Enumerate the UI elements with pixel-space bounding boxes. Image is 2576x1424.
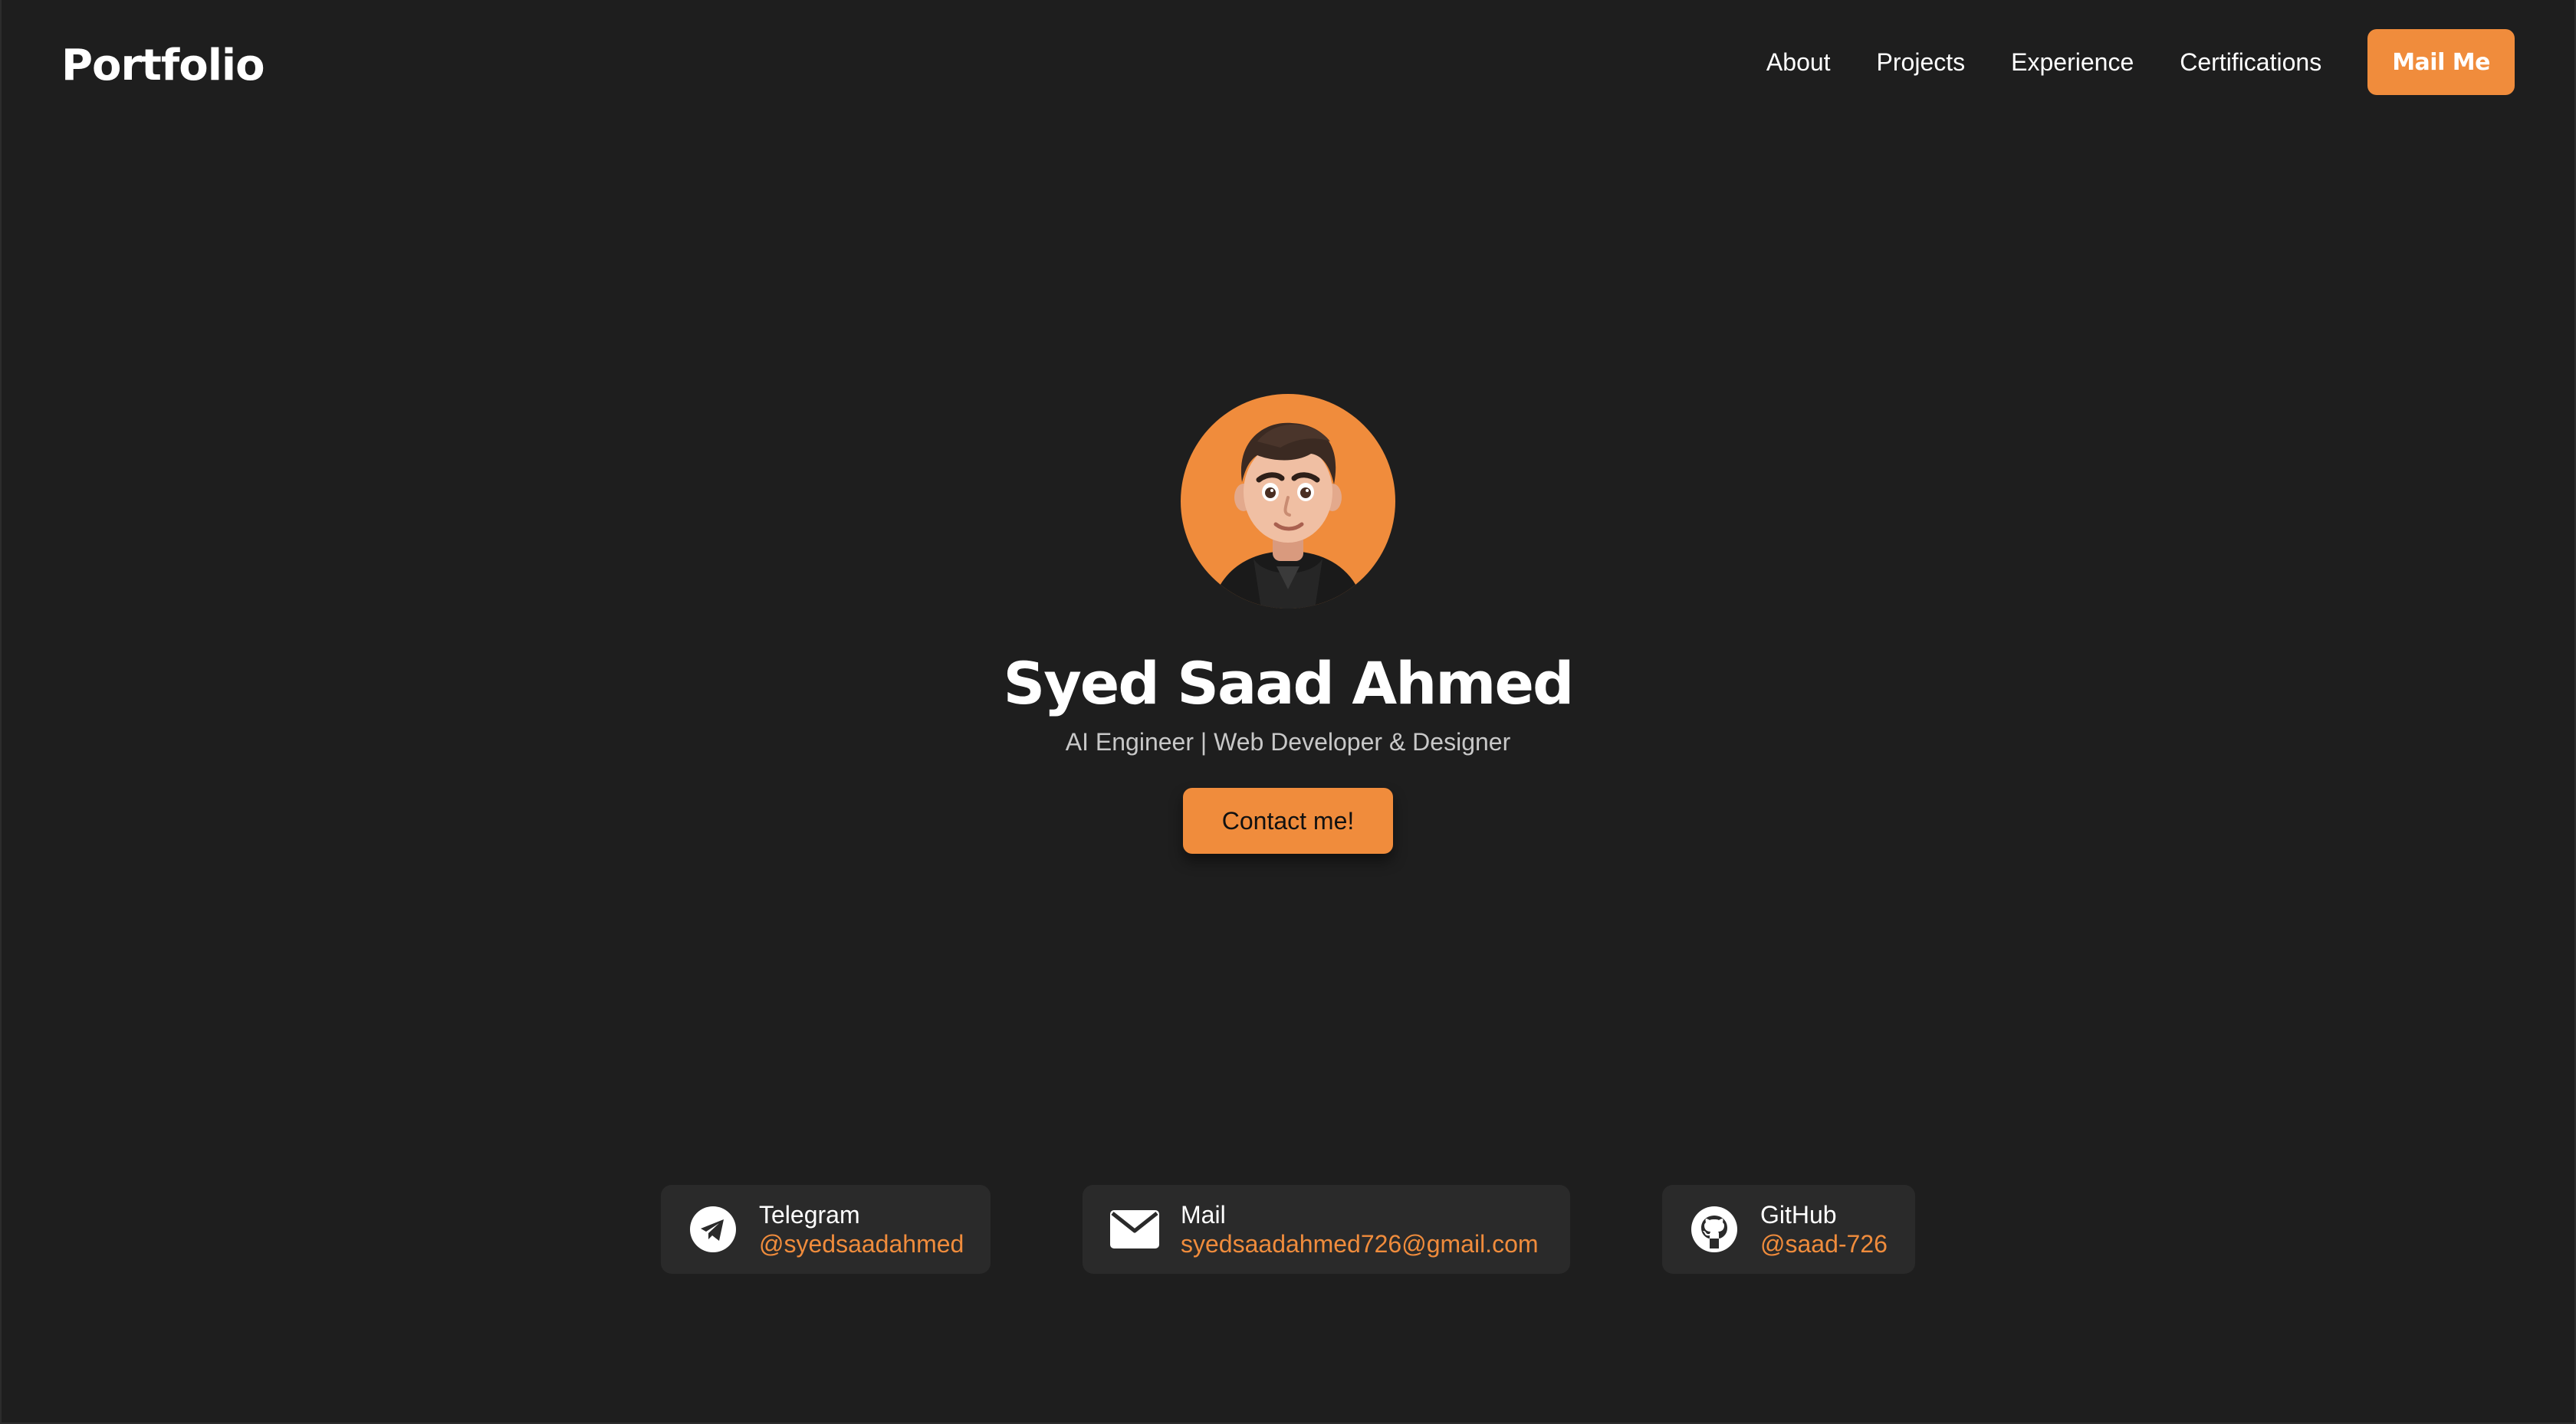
nav-projects[interactable]: Projects xyxy=(1877,48,1966,77)
nav-certifications[interactable]: Certifications xyxy=(2180,48,2321,77)
avatar xyxy=(1181,394,1395,609)
hero-name: Syed Saad Ahmed xyxy=(1003,649,1575,717)
telegram-title: Telegram xyxy=(759,1201,860,1229)
telegram-card[interactable]: Telegram @syedsaadahmed xyxy=(661,1185,991,1274)
telegram-icon xyxy=(688,1205,738,1254)
mail-address[interactable]: syedsaadahmed726@gmail.com xyxy=(1181,1229,1539,1258)
nav-about[interactable]: About xyxy=(1766,48,1831,77)
github-card[interactable]: GitHub @saad-726 xyxy=(1662,1185,1915,1274)
mail-card[interactable]: Mail syedsaadahmed726@gmail.com xyxy=(1083,1185,1570,1274)
mail-icon xyxy=(1110,1205,1159,1254)
contact-me-button[interactable]: Contact me! xyxy=(1183,788,1393,854)
github-handle[interactable]: @saad-726 xyxy=(1760,1229,1888,1258)
brand-logo[interactable]: Portfolio xyxy=(61,35,265,97)
telegram-handle[interactable]: @syedsaadahmed xyxy=(759,1229,964,1258)
hero-subtitle: AI Engineer | Web Developer & Designer xyxy=(1065,728,1511,756)
avatar-illustration-icon xyxy=(1211,422,1365,609)
nav-experience[interactable]: Experience xyxy=(2011,48,2134,77)
mail-title: Mail xyxy=(1181,1201,1226,1229)
mail-me-button[interactable]: Mail Me xyxy=(2367,29,2515,95)
github-title: GitHub xyxy=(1760,1201,1837,1229)
github-icon xyxy=(1690,1205,1739,1254)
top-nav: About Projects Experience Certifications… xyxy=(1766,29,2515,95)
